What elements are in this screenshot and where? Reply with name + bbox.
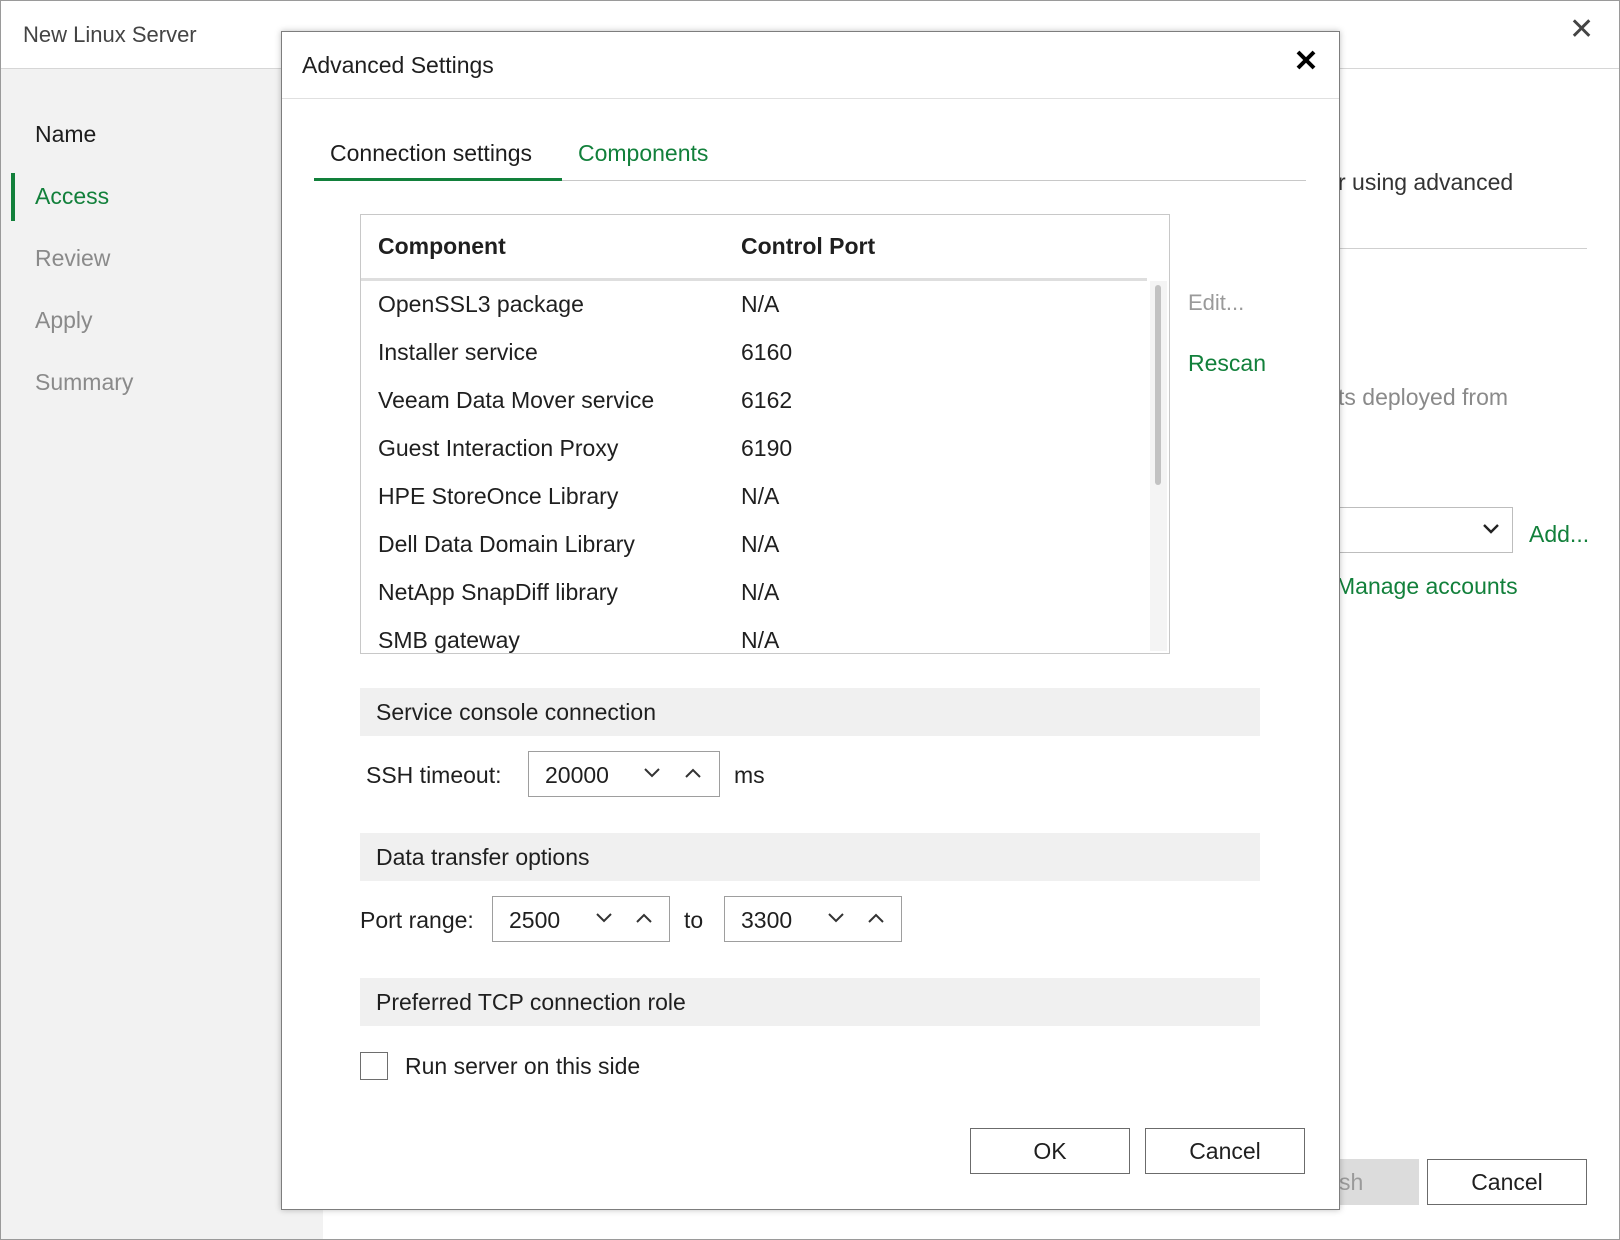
wizard-advanced-text: r using advanced [1338, 169, 1514, 195]
dialog-title: Advanced Settings [302, 52, 494, 78]
cell-port: N/A [741, 579, 780, 605]
chevron-down-icon [1483, 524, 1499, 534]
port-range-to-stepper[interactable]: 3300 [724, 896, 902, 942]
section-data-transfer: Data transfer options [360, 833, 1260, 881]
cell-component: HPE StoreOnce Library [378, 483, 619, 509]
chevron-down-icon[interactable] [641, 762, 663, 784]
cell-port: N/A [741, 627, 780, 653]
step-access[interactable]: Access [35, 183, 109, 210]
section-heading: Data transfer options [376, 844, 590, 870]
cell-port: 6162 [741, 387, 793, 413]
port-to-value[interactable]: 3300 [741, 907, 792, 934]
ok-button[interactable]: OK [970, 1128, 1130, 1174]
table-row[interactable]: SMB gateway N/A [361, 617, 1147, 653]
rescan-button[interactable]: Rescan [1188, 350, 1266, 377]
section-heading: Service console connection [376, 699, 656, 725]
components-table[interactable]: Component Control Port OpenSSL3 package … [360, 214, 1170, 654]
tab-connection-settings[interactable]: Connection settings [330, 140, 532, 167]
section-service-console: Service console connection [360, 688, 1260, 736]
port-range-to-label: to [684, 907, 704, 933]
run-server-label[interactable]: Run server on this side [405, 1053, 640, 1080]
column-header-control-port[interactable]: Control Port [741, 233, 875, 260]
column-header-component[interactable]: Component [378, 233, 506, 260]
dialog-title-separator [282, 98, 1339, 99]
step-name[interactable]: Name [35, 121, 96, 148]
cell-port: N/A [741, 531, 780, 557]
chevron-up-icon[interactable] [865, 907, 887, 929]
port-range-label: Port range: [360, 907, 474, 933]
cell-component: Guest Interaction Proxy [378, 435, 619, 461]
run-server-checkbox[interactable] [360, 1052, 388, 1080]
cell-component: SMB gateway [378, 627, 520, 653]
table-row[interactable]: Installer service 6160 [361, 329, 1147, 377]
step-review[interactable]: Review [35, 245, 110, 272]
wizard-cancel-button[interactable]: Cancel [1427, 1159, 1587, 1205]
wizard-divider [1331, 248, 1587, 249]
ssh-timeout-value[interactable]: 20000 [545, 762, 609, 789]
cell-component: NetApp SnapDiff library [378, 579, 618, 605]
edit-button[interactable]: Edit... [1188, 290, 1244, 316]
advanced-settings-dialog: Advanced Settings Connection settings Co… [281, 31, 1340, 1210]
chevron-down-icon[interactable] [593, 907, 615, 929]
table-row[interactable]: OpenSSL3 package N/A [361, 281, 1147, 329]
wizard-steps-sidebar: Name Access Review Apply Summary [1, 69, 323, 1239]
add-credentials-link[interactable]: Add... [1529, 521, 1589, 548]
wizard-title: New Linux Server [23, 22, 197, 47]
wizard-close-icon[interactable]: ✕ [1569, 15, 1594, 45]
cell-port: 6190 [741, 435, 793, 461]
current-step-indicator [11, 173, 15, 221]
chevron-down-icon[interactable] [825, 907, 847, 929]
cell-component: Installer service [378, 339, 538, 365]
section-heading: Preferred TCP connection role [376, 989, 686, 1015]
wizard-deployed-text: ts deployed from [1338, 384, 1509, 410]
table-row[interactable]: Veeam Data Mover service 6162 [361, 377, 1147, 425]
port-from-value[interactable]: 2500 [509, 907, 560, 934]
cell-port: N/A [741, 483, 780, 509]
step-summary[interactable]: Summary [35, 369, 133, 396]
table-row[interactable]: NetApp SnapDiff library N/A [361, 569, 1147, 617]
cell-port: N/A [741, 291, 780, 317]
ssh-timeout-stepper[interactable]: 20000 [528, 751, 720, 797]
table-row[interactable]: Dell Data Domain Library N/A [361, 521, 1147, 569]
cell-component: Dell Data Domain Library [378, 531, 635, 557]
section-tcp-role: Preferred TCP connection role [360, 978, 1260, 1026]
table-row[interactable]: Guest Interaction Proxy 6190 [361, 425, 1147, 473]
chevron-up-icon[interactable] [682, 762, 704, 784]
tab-components[interactable]: Components [578, 140, 708, 167]
finish-button[interactable]: sh [1331, 1159, 1419, 1205]
cell-port: 6160 [741, 339, 793, 365]
table-row[interactable]: HPE StoreOnce Library N/A [361, 473, 1147, 521]
manage-accounts-link[interactable]: Manage accounts [1336, 573, 1518, 600]
step-apply[interactable]: Apply [35, 307, 93, 334]
cell-component: Veeam Data Mover service [378, 387, 655, 413]
ssh-timeout-label: SSH timeout: [366, 762, 502, 788]
active-tab-underline [314, 178, 562, 181]
cell-component: OpenSSL3 package [378, 291, 584, 317]
port-range-from-stepper[interactable]: 2500 [492, 896, 670, 942]
cancel-button[interactable]: Cancel [1145, 1128, 1305, 1174]
chevron-up-icon[interactable] [633, 907, 655, 929]
table-scrollbar-thumb[interactable] [1155, 285, 1161, 485]
close-icon[interactable] [1292, 46, 1320, 74]
credentials-select[interactable] [1331, 507, 1513, 553]
ssh-timeout-unit: ms [734, 762, 765, 788]
